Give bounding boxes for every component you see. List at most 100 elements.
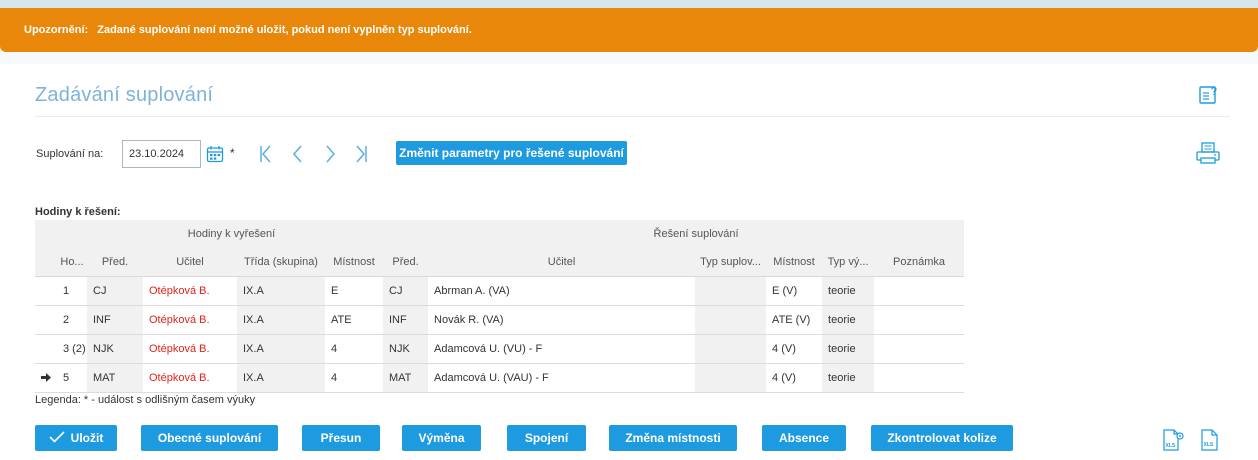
hour-cell: 3 (2) — [57, 334, 87, 364]
table-row[interactable]: 3 (2) NJK Otépková B. IX.A 4 NJK Adamcov… — [35, 334, 965, 364]
lesson-type-cell[interactable]: teorie — [822, 334, 875, 364]
xls-export-icon[interactable]: XLS — [1198, 428, 1222, 452]
group-header-left: Hodiny k vyřešení — [35, 220, 429, 248]
parameters-row: Suplování na: * Změnit paramet — [36, 140, 1226, 168]
note-cell[interactable] — [874, 334, 965, 364]
check-conflicts-button[interactable]: Zkontrolovat kolize — [871, 425, 1013, 451]
room-cell: E — [325, 276, 383, 306]
subject-cell: INF — [87, 305, 143, 335]
column-header[interactable]: Poznámka — [874, 248, 965, 277]
warning-text: Zadané suplování není možné uložit, poku… — [97, 24, 472, 36]
previous-icon[interactable] — [288, 143, 308, 165]
row-pointer — [35, 305, 57, 335]
new-teacher-cell[interactable]: Adamcová U. (VAU) - F — [428, 363, 696, 393]
room-cell: 4 — [325, 363, 383, 393]
date-input[interactable] — [122, 140, 201, 168]
column-header[interactable]: Učitel — [428, 248, 696, 277]
general-substitution-button[interactable]: Obecné suplování — [141, 425, 278, 451]
row-pointer — [35, 276, 57, 306]
section-label: Hodiny k řešení: — [35, 206, 121, 218]
column-header — [35, 248, 57, 277]
hour-cell: 2 — [57, 305, 87, 335]
svg-text:XLS: XLS — [1204, 442, 1214, 448]
new-subject-cell[interactable]: INF — [383, 305, 429, 335]
date-label: Suplování na: — [36, 148, 104, 160]
new-room-cell[interactable]: ATE (V) — [766, 305, 823, 335]
move-button[interactable]: Přesun — [302, 425, 380, 451]
new-teacher-cell[interactable]: Abrman A. (VA) — [428, 276, 696, 306]
change-parameters-button[interactable]: Změnit parametry pro řešené suplování — [396, 141, 627, 165]
column-header[interactable]: Místnost — [766, 248, 823, 277]
sub-type-cell[interactable] — [695, 276, 767, 306]
teacher-cell: Otépková B. — [143, 276, 237, 306]
note-cell[interactable] — [874, 305, 965, 335]
title-divider — [35, 116, 1230, 117]
save-button-label: Uložit — [70, 431, 104, 445]
column-header[interactable]: Třída (skupina) — [237, 248, 325, 277]
sub-type-cell[interactable] — [695, 334, 767, 364]
arrow-right-icon — [41, 372, 51, 382]
subject-cell: CJ — [87, 276, 143, 306]
column-header[interactable]: Typ suplov... — [695, 248, 767, 277]
class-cell: IX.A — [237, 276, 325, 306]
room-cell: ATE — [325, 305, 383, 335]
hour-cell: 5 — [57, 363, 87, 393]
check-icon — [49, 431, 65, 443]
table-row[interactable]: 1 CJ Otépková B. IX.A E CJ Abrman A. (VA… — [35, 276, 965, 306]
column-header[interactable]: Před. — [383, 248, 429, 277]
page-title: Zadávání suplování — [35, 84, 214, 106]
group-header-right: Řešení suplování — [428, 220, 965, 248]
sub-type-cell[interactable] — [695, 363, 767, 393]
subject-cell: MAT — [87, 363, 143, 393]
column-header[interactable]: Učitel — [143, 248, 237, 277]
hour-cell: 1 — [57, 276, 87, 306]
help-doc-icon[interactable] — [1198, 84, 1220, 106]
join-button[interactable]: Spojení — [507, 425, 586, 451]
substitution-table: Hodiny k vyřešení Řešení suplování Ho...… — [35, 220, 965, 393]
column-header[interactable]: Typ vý... — [822, 248, 875, 277]
first-page-icon[interactable] — [256, 143, 276, 165]
new-subject-cell[interactable]: MAT — [383, 363, 429, 393]
sub-type-cell[interactable] — [695, 305, 767, 335]
new-subject-cell[interactable]: CJ — [383, 276, 429, 306]
main-panel: Zadávání suplování Suplování na: * — [0, 64, 1258, 460]
teacher-cell: Otépková B. — [143, 305, 237, 335]
lesson-type-cell[interactable]: teorie — [822, 305, 875, 335]
legend: Legenda: * - událost s odlišným časem vý… — [35, 394, 256, 406]
lesson-type-cell[interactable]: teorie — [822, 363, 875, 393]
column-header[interactable]: Ho... — [57, 248, 87, 277]
swap-button[interactable]: Výměna — [402, 425, 481, 451]
new-room-cell[interactable]: 4 (V) — [766, 363, 823, 393]
next-icon[interactable] — [320, 143, 340, 165]
teacher-cell: Otépková B. — [143, 363, 237, 393]
table-row[interactable]: 5 MAT Otépková B. IX.A 4 MAT Adamcová U.… — [35, 363, 965, 393]
note-cell[interactable] — [874, 363, 965, 393]
date-asterisk: * — [230, 146, 235, 160]
table-row[interactable]: 2 INF Otépková B. IX.A ATE INF Novák R. … — [35, 305, 965, 335]
calendar-icon[interactable] — [206, 145, 224, 163]
new-room-cell[interactable]: 4 (V) — [766, 334, 823, 364]
save-button[interactable]: Uložit — [35, 425, 117, 451]
top-strip — [0, 0, 1258, 8]
class-cell: IX.A — [237, 363, 325, 393]
svg-text:XLS: XLS — [1166, 443, 1176, 449]
row-pointer — [35, 363, 57, 393]
last-page-icon[interactable] — [351, 143, 371, 165]
note-cell[interactable] — [874, 276, 965, 306]
warning-label: Upozornění: — [24, 24, 89, 36]
new-room-cell[interactable]: E (V) — [766, 276, 823, 306]
column-header[interactable]: Před. — [87, 248, 143, 277]
column-header[interactable]: Místnost — [325, 248, 383, 277]
lesson-type-cell[interactable]: teorie — [822, 276, 875, 306]
absence-button[interactable]: Absence — [762, 425, 846, 451]
new-teacher-cell[interactable]: Novák R. (VA) — [428, 305, 696, 335]
subject-cell: NJK — [87, 334, 143, 364]
row-pointer — [35, 334, 57, 364]
new-subject-cell[interactable]: NJK — [383, 334, 429, 364]
room-change-button[interactable]: Změna místnosti — [609, 425, 737, 451]
new-teacher-cell[interactable]: Adamcová U. (VU) - F — [428, 334, 696, 364]
xls-settings-icon[interactable]: XLS — [1161, 428, 1185, 452]
warning-banner: Upozornění: Zadané suplování není možné … — [0, 8, 1258, 52]
print-icon[interactable] — [1195, 141, 1221, 165]
class-cell: IX.A — [237, 334, 325, 364]
